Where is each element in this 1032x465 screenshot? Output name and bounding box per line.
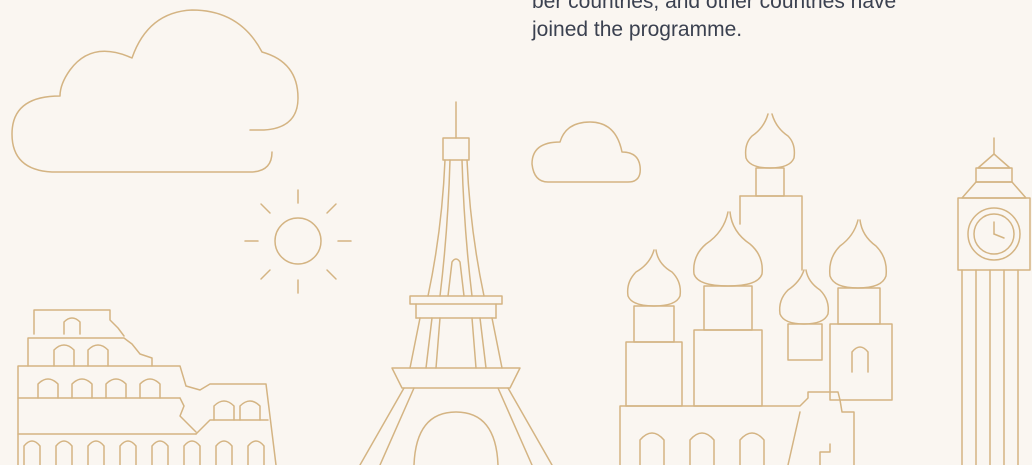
skyline-illustration <box>0 0 1032 465</box>
big-ben-icon <box>958 138 1030 465</box>
cloud-icon <box>12 10 298 172</box>
cloud-icon <box>532 122 640 182</box>
st-basils-cathedral-icon <box>620 114 892 465</box>
colosseum-icon <box>18 310 276 465</box>
sun-icon <box>245 190 351 293</box>
eiffel-tower-icon <box>360 102 552 465</box>
